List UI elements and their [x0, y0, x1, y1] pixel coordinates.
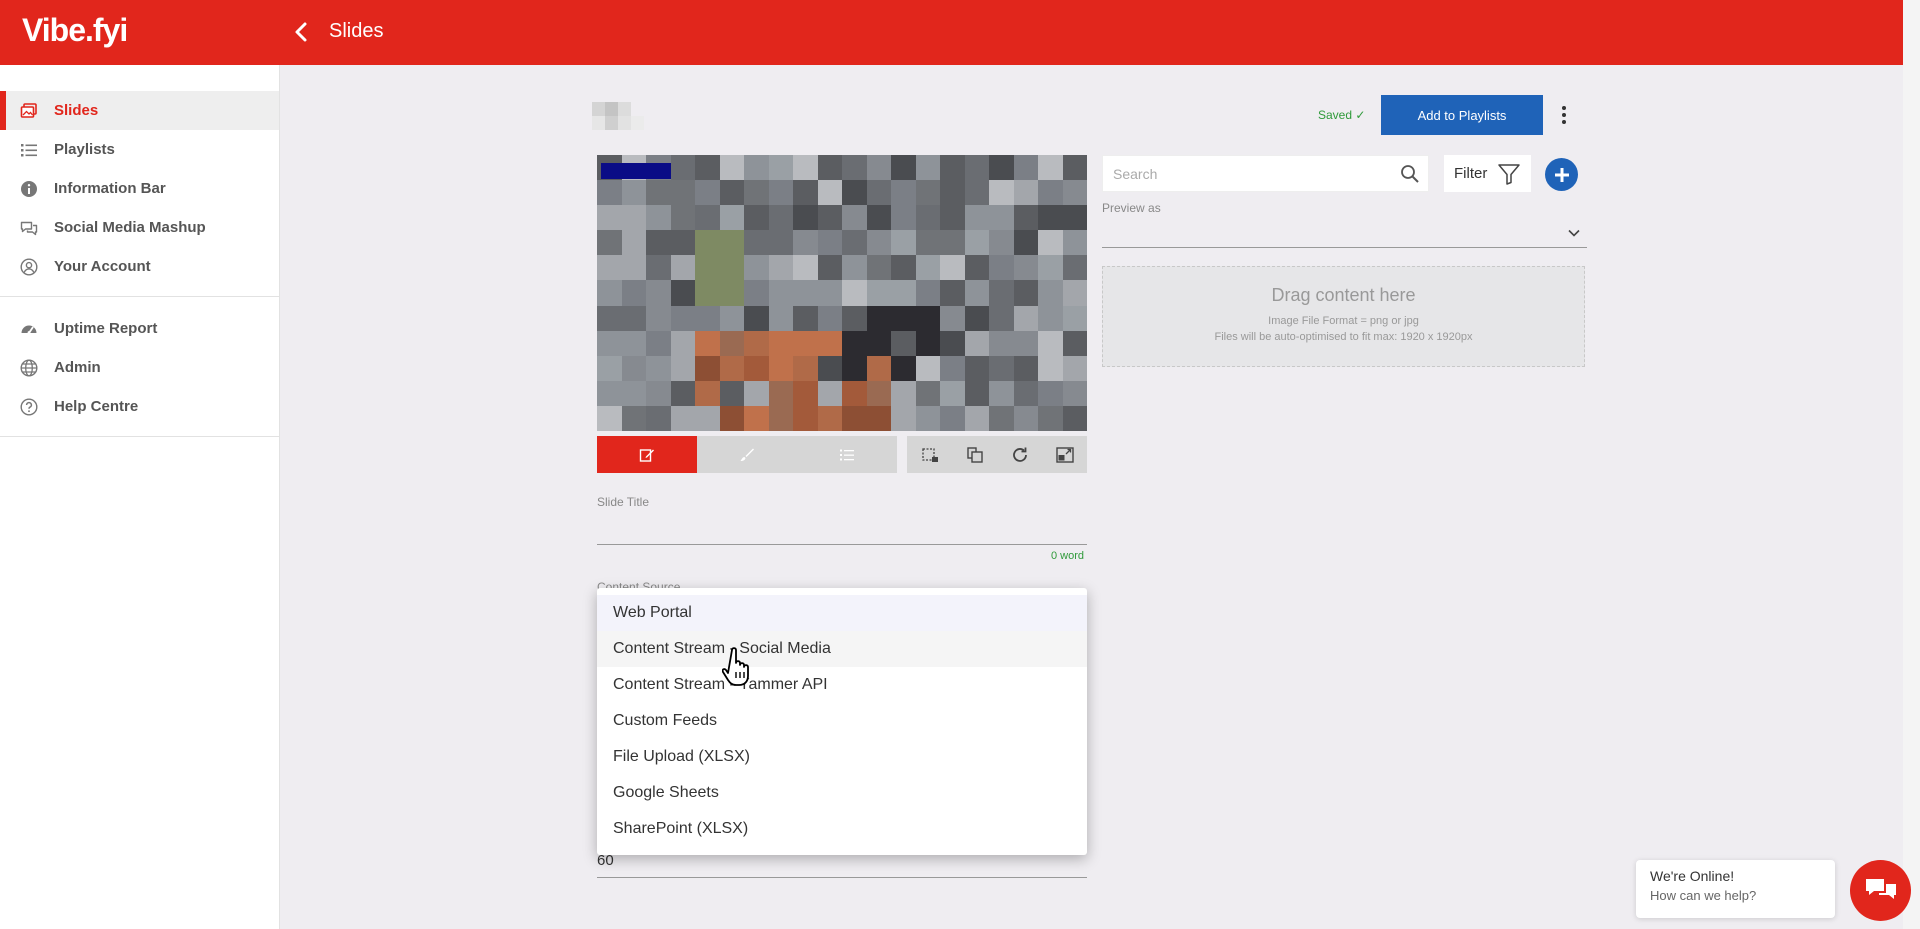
preview-as-label: Preview as [1102, 201, 1161, 215]
slide-thumbnail [592, 102, 644, 130]
chat-launcher-button[interactable] [1850, 860, 1911, 921]
sidebar-item-label: Slides [54, 102, 99, 119]
search-box [1102, 155, 1429, 192]
scrollbar[interactable] [1903, 0, 1920, 929]
sidebar-item-playlists[interactable]: Playlists [0, 130, 279, 169]
user-circle-icon [20, 257, 54, 276]
edit-mode-button[interactable] [597, 436, 697, 473]
dropdown-option-content-stream-social-media[interactable]: Content Stream - Social Media [597, 631, 1087, 667]
sidebar-item-information-bar[interactable]: Information Bar [0, 169, 279, 208]
add-to-playlists-button[interactable]: Add to Playlists [1381, 95, 1543, 135]
page-title: Slides [329, 20, 384, 42]
search-icon[interactable] [1400, 164, 1420, 184]
info-icon [20, 180, 54, 198]
sidebar-item-help-centre[interactable]: Help Centre [0, 387, 279, 426]
slide-title-label: Slide Title [597, 495, 650, 509]
duration-underline [597, 877, 1087, 878]
chat-subtitle: How can we help? [1650, 888, 1757, 903]
chat-prompt-card[interactable]: We're Online! How can we help? [1636, 860, 1835, 918]
list-icon [20, 141, 54, 159]
word-count: 0 word [1051, 550, 1085, 562]
crop-icon [921, 447, 938, 462]
design-mode-button[interactable] [697, 436, 797, 473]
funnel-icon [1498, 163, 1521, 185]
refresh-button[interactable] [997, 436, 1042, 473]
sidebar-item-admin[interactable]: Admin [0, 348, 279, 387]
image-tools-toolbar [907, 436, 1087, 473]
sidebar-item-label: Uptime Report [54, 320, 158, 337]
slide-title-input[interactable] [597, 518, 1087, 545]
pixelated-image [597, 155, 1087, 431]
back-button[interactable] [290, 18, 312, 46]
help-icon [20, 397, 54, 416]
sidebar-item-slides[interactable]: Slides [0, 91, 279, 130]
refresh-icon [1012, 447, 1027, 462]
sidebar-item-label: Information Bar [54, 180, 166, 197]
sidebar-item-label: Social Media Mashup [54, 219, 206, 236]
add-content-button[interactable] [1545, 158, 1578, 191]
sidebar-primary-group: Slides Playlists Information Bar Social … [0, 65, 279, 297]
list-mode-button[interactable] [797, 436, 897, 473]
sidebar-item-label: Admin [54, 359, 101, 376]
sidebar-item-uptime-report[interactable]: Uptime Report [0, 309, 279, 348]
copy-icon [966, 446, 983, 463]
content-source-dropdown: Web Portal Content Stream - Social Media… [597, 588, 1087, 855]
images-icon [20, 102, 54, 120]
sidebar-item-label: Help Centre [54, 398, 139, 415]
edit-icon [639, 448, 654, 462]
slide-preview-image [597, 155, 1087, 431]
list-icon [840, 449, 854, 460]
chevron-left-icon [295, 22, 307, 42]
hand-pointer-icon [721, 646, 756, 688]
more-options-icon[interactable] [1555, 100, 1573, 130]
dropdown-option-google-sheets[interactable]: Google Sheets [597, 775, 1087, 811]
globe-icon [20, 358, 54, 377]
chat-bubbles-icon [1865, 878, 1896, 899]
app-logo[interactable]: Vibe.fyi [22, 12, 128, 49]
filter-button[interactable]: Filter [1444, 155, 1531, 192]
filter-label: Filter [1454, 165, 1488, 182]
sidebar-item-label: Playlists [54, 141, 115, 158]
preview-as-select[interactable] [1102, 218, 1587, 248]
top-bar: Vibe.fyi Slides [0, 0, 1903, 65]
content-dropzone[interactable]: Drag content here Image File Format = pn… [1102, 266, 1585, 367]
dropdown-option-file-upload-xlsx[interactable]: File Upload (XLSX) [597, 739, 1087, 775]
gauge-icon [20, 320, 54, 338]
sidebar-item-social-media-mashup[interactable]: Social Media Mashup [0, 208, 279, 247]
resize-button[interactable] [1042, 436, 1087, 473]
editor-mode-toolbar [597, 436, 897, 473]
dropdown-option-web-portal[interactable]: Web Portal [597, 595, 1087, 631]
sidebar-secondary-group: Uptime Report Admin Help Centre [0, 297, 279, 437]
search-input[interactable] [1103, 156, 1383, 191]
chat-icon [20, 219, 54, 237]
brush-icon [740, 448, 754, 461]
saved-status: Saved ✓ [1318, 108, 1366, 122]
sidebar-item-label: Your Account [54, 258, 151, 275]
chat-title: We're Online! [1650, 868, 1735, 884]
sidebar: Slides Playlists Information Bar Social … [0, 65, 280, 929]
crop-button[interactable] [907, 436, 952, 473]
resize-icon [1055, 446, 1074, 463]
dropzone-size-note: Files will be auto-optimised to fit max:… [1214, 331, 1473, 343]
duplicate-button[interactable] [952, 436, 997, 473]
dropdown-option-custom-feeds[interactable]: Custom Feeds [597, 703, 1087, 739]
chevron-down-icon [1568, 229, 1580, 237]
dropzone-format-note: Image File Format = png or jpg [1268, 315, 1419, 327]
sidebar-item-your-account[interactable]: Your Account [0, 247, 279, 286]
dropdown-option-content-stream-yammer-api[interactable]: Content Stream - Yammer API [597, 667, 1087, 703]
plus-icon [1554, 167, 1569, 182]
dropdown-option-sharepoint-xlsx[interactable]: SharePoint (XLSX) [597, 811, 1087, 847]
dropzone-title: Drag content here [1271, 285, 1416, 305]
preview-blue-banner [601, 163, 671, 179]
